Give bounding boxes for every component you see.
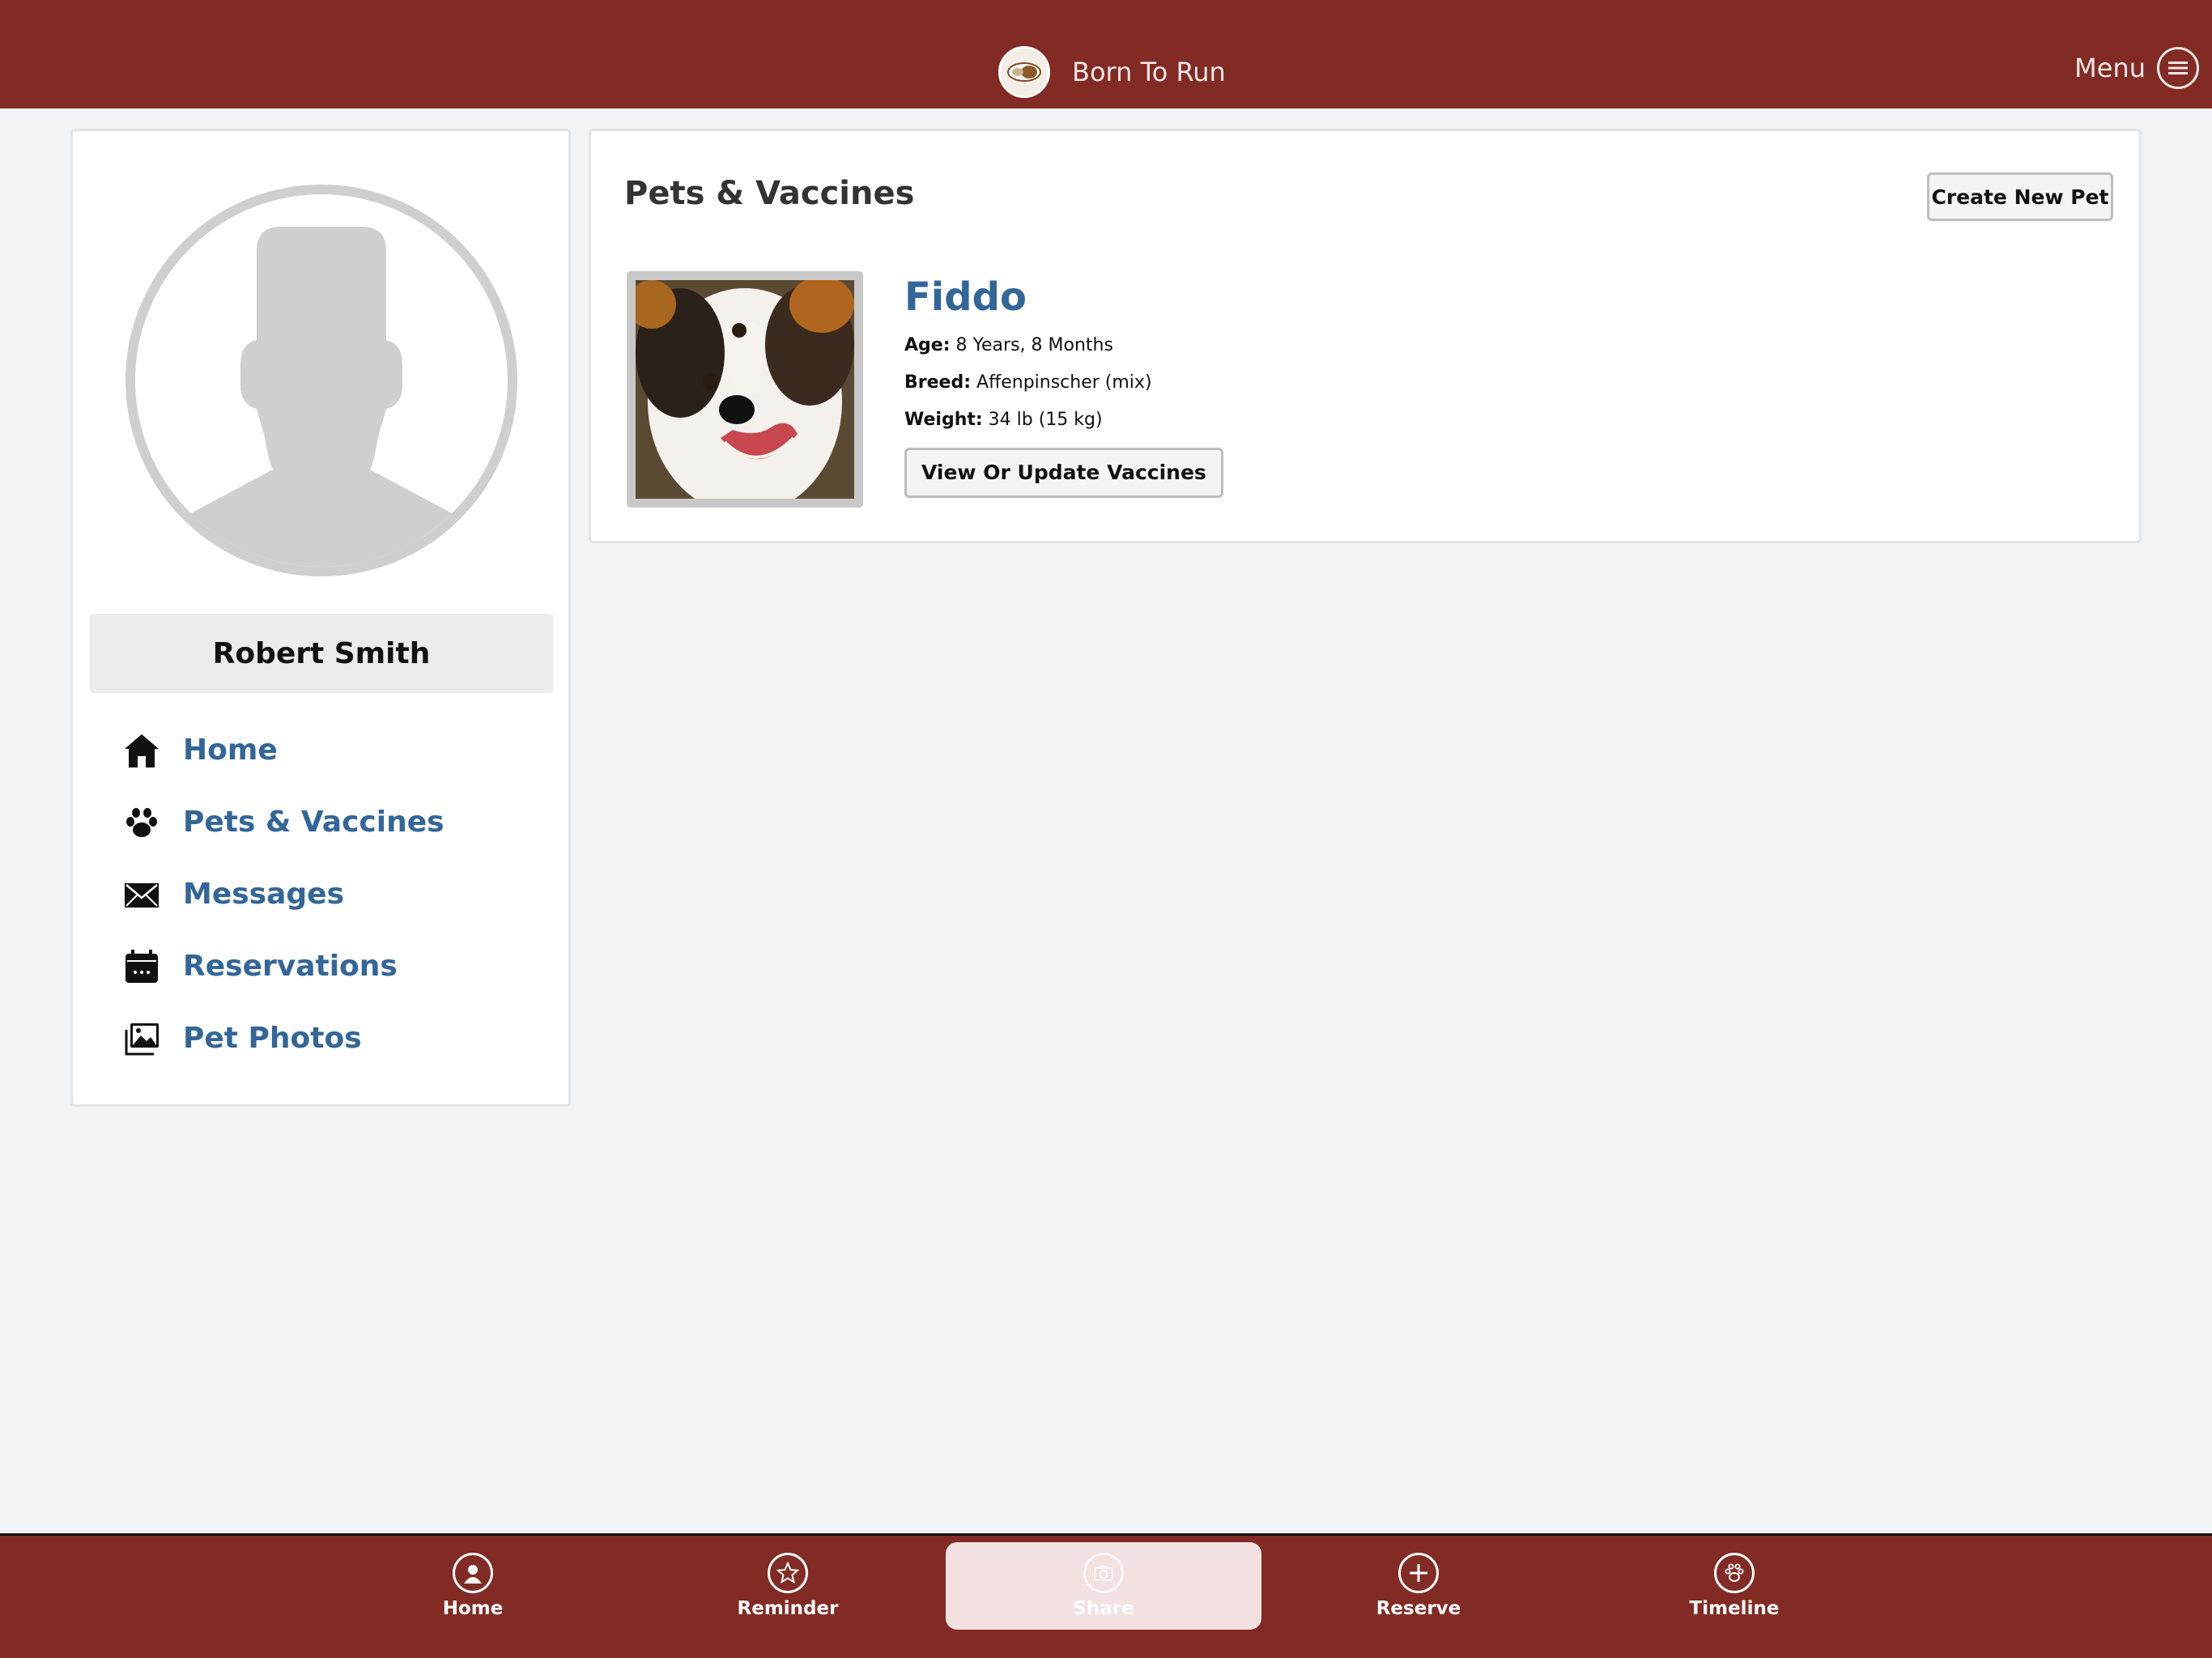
side-nav: Home Pets & Vaccines Messages Reservatio… bbox=[121, 714, 445, 1074]
side-nav-item-messages[interactable]: Messages bbox=[121, 858, 445, 930]
side-nav-label: Pets & Vaccines bbox=[183, 806, 445, 839]
pet-breed-label: Breed: bbox=[904, 372, 972, 393]
side-nav-item-reservations[interactable]: Reservations bbox=[121, 930, 445, 1002]
star-icon bbox=[768, 1553, 808, 1593]
pets-vaccines-card: Pets & Vaccines Create New Pet Fiddo Age… bbox=[589, 129, 2142, 543]
avatar[interactable] bbox=[125, 185, 517, 576]
pet-age-value: 8 Years, 8 Months bbox=[955, 334, 1113, 355]
user-silhouette-icon bbox=[135, 227, 508, 567]
tab-reminder[interactable]: Reminder bbox=[630, 1542, 946, 1630]
tab-timeline[interactable]: Timeline bbox=[1576, 1542, 1892, 1630]
brand-title: Born To Run bbox=[1072, 57, 1226, 87]
menu-button[interactable]: Menu bbox=[2074, 45, 2199, 91]
pet-info: Fiddo Age: 8 Years, 8 Months Breed: Affe… bbox=[904, 274, 1223, 498]
tab-label: Home bbox=[442, 1598, 504, 1619]
pet-age-label: Age: bbox=[904, 334, 951, 355]
tab-label: Reminder bbox=[737, 1598, 839, 1619]
side-nav-label: Messages bbox=[183, 878, 345, 911]
top-bar: Born To Run Menu bbox=[0, 0, 2212, 108]
side-nav-item-home[interactable]: Home bbox=[121, 714, 445, 786]
brand[interactable]: Born To Run bbox=[998, 45, 1226, 99]
side-nav-label: Pet Photos bbox=[183, 1022, 362, 1055]
page-title: Pets & Vaccines bbox=[624, 175, 915, 212]
tab-home[interactable]: Home bbox=[315, 1542, 631, 1630]
side-nav-item-pet-photos[interactable]: Pet Photos bbox=[121, 1002, 445, 1074]
pet-weight-row: Weight: 34 lb (15 kg) bbox=[904, 407, 1223, 433]
paw-icon bbox=[121, 802, 162, 843]
create-new-pet-button[interactable]: Create New Pet bbox=[1927, 172, 2113, 221]
pet-weight-label: Weight: bbox=[904, 409, 983, 430]
paw-icon bbox=[1714, 1553, 1755, 1593]
envelope-icon bbox=[121, 874, 162, 915]
dog-photo-icon bbox=[636, 280, 854, 499]
tab-label: Timeline bbox=[1689, 1598, 1780, 1619]
profile-name: Robert Smith bbox=[212, 636, 431, 670]
tab-share[interactable]: Share bbox=[946, 1542, 1261, 1630]
view-update-vaccines-button[interactable]: View Or Update Vaccines bbox=[904, 447, 1223, 498]
profile-card: Robert Smith Home Pets & Vaccines Messag… bbox=[70, 129, 571, 1107]
pet-weight-value: 34 lb (15 kg) bbox=[988, 409, 1103, 430]
side-nav-item-pets-vaccines[interactable]: Pets & Vaccines bbox=[121, 786, 445, 858]
bottom-tab-bar: Home Reminder Share Reserve Timeline bbox=[0, 1533, 2212, 1658]
hamburger-icon bbox=[2157, 47, 2199, 89]
brand-logo bbox=[998, 46, 1050, 98]
pet-name-link[interactable]: Fiddo bbox=[904, 274, 1223, 321]
menu-label: Menu bbox=[2074, 53, 2146, 83]
side-nav-label: Home bbox=[183, 733, 278, 767]
tab-label: Share bbox=[1073, 1598, 1134, 1619]
profile-name-bar: Robert Smith bbox=[90, 614, 553, 693]
pet-breed-value: Affenpinscher (mix) bbox=[976, 372, 1152, 393]
side-nav-label: Reservations bbox=[183, 950, 398, 983]
tab-reserve[interactable]: Reserve bbox=[1261, 1542, 1576, 1630]
tab-label: Reserve bbox=[1376, 1598, 1461, 1619]
user-circle-icon bbox=[453, 1553, 493, 1593]
home-icon bbox=[121, 730, 162, 771]
photos-icon bbox=[121, 1018, 162, 1059]
camera-icon bbox=[1083, 1553, 1124, 1593]
calendar-icon bbox=[121, 946, 162, 987]
pet-photo[interactable] bbox=[627, 271, 863, 508]
pet-breed-row: Breed: Affenpinscher (mix) bbox=[904, 370, 1223, 396]
pet-age-row: Age: 8 Years, 8 Months bbox=[904, 333, 1223, 359]
plus-icon bbox=[1398, 1553, 1439, 1593]
